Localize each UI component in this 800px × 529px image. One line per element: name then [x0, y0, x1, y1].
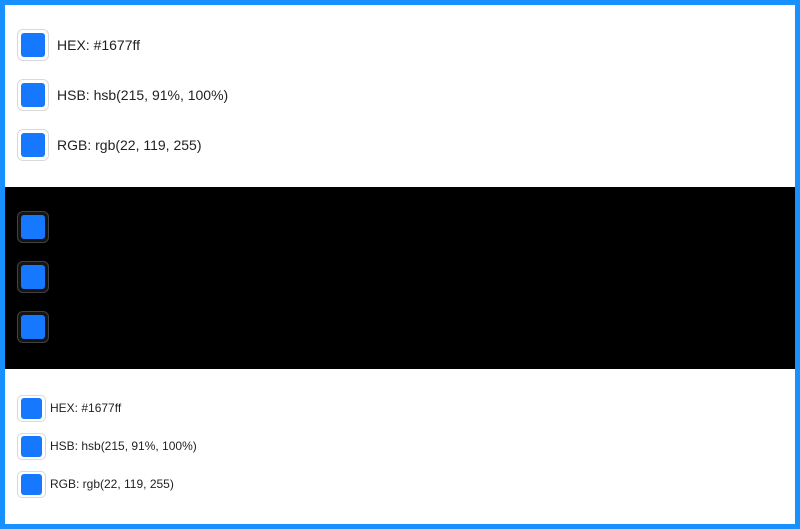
color-value-label: RGB: rgb(22, 119, 255) [50, 477, 174, 491]
color-swatch-fill [21, 435, 42, 457]
dark-color-pickers [5, 187, 795, 369]
color-swatch-trigger[interactable] [17, 261, 49, 293]
color-swatch-fill [21, 33, 45, 57]
small-color-picker-hsb[interactable]: HSB: hsb(215, 91%, 100%) [17, 432, 795, 460]
color-swatch-trigger[interactable] [17, 311, 49, 343]
color-swatch-trigger[interactable] [17, 129, 49, 161]
color-swatch-fill [21, 83, 45, 107]
color-swatch-trigger[interactable] [17, 79, 49, 111]
color-picker-rgb[interactable]: RGB: rgb(22, 119, 255) [17, 129, 795, 161]
color-value-label: RGB: rgb(22, 119, 255) [57, 137, 202, 153]
color-swatch-trigger[interactable] [17, 470, 46, 498]
color-swatch-fill [21, 133, 45, 157]
dark-color-picker-hex[interactable] [17, 211, 795, 243]
small-color-picker-hex[interactable]: HEX: #1677ff [17, 394, 795, 422]
color-swatch-trigger[interactable] [17, 211, 49, 243]
color-value-label: HEX: #1677ff [57, 37, 141, 53]
color-swatch-trigger[interactable] [17, 432, 46, 460]
color-swatch-trigger[interactable] [17, 394, 46, 422]
dark-color-picker-hsb[interactable] [17, 261, 795, 293]
color-picker-hex[interactable]: HEX: #1677ff [17, 29, 795, 61]
dark-color-picker-rgb[interactable] [17, 311, 795, 343]
color-value-label: HSB: hsb(215, 91%, 100%) [50, 439, 197, 453]
color-swatch-fill [21, 215, 45, 239]
color-value-label: HSB: hsb(215, 91%, 100%) [57, 87, 229, 103]
color-value-label: HEX: #1677ff [50, 401, 122, 415]
color-swatch-fill [21, 315, 45, 339]
color-swatch-trigger[interactable] [17, 29, 49, 61]
small-color-pickers: HEX: #1677ff HSB: hsb(215, 91%, 100%) RG… [5, 369, 795, 524]
light-color-pickers: HEX: #1677ff HSB: hsb(215, 91%, 100%) RG… [5, 5, 795, 187]
color-swatch-fill [21, 265, 45, 289]
color-swatch-fill [21, 397, 42, 419]
color-swatch-fill [21, 473, 42, 495]
color-picker-hsb[interactable]: HSB: hsb(215, 91%, 100%) [17, 79, 795, 111]
demo-frame: HEX: #1677ff HSB: hsb(215, 91%, 100%) RG… [0, 0, 800, 529]
small-color-picker-rgb[interactable]: RGB: rgb(22, 119, 255) [17, 470, 795, 498]
